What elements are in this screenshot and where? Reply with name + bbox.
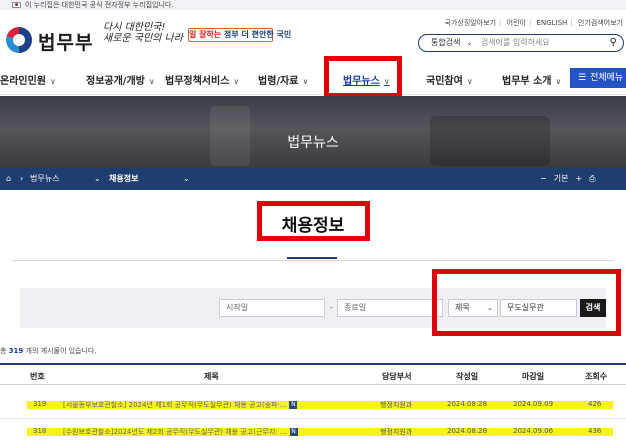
start-date-input[interactable]: 시작일 [219,299,325,317]
col-created: 작성일 [456,372,479,381]
col-number: 번호 [30,372,45,381]
row-views: 436 [588,427,602,435]
row-dept: 행정지원과 [380,428,413,436]
home-icon[interactable]: ⌂ [6,168,11,190]
chevron-down-icon: ∨ [466,77,473,86]
title-underline [287,257,337,259]
breadcrumb-level1[interactable]: 법무뉴스 [30,168,59,190]
util-link-kids[interactable]: 어린이 [507,19,526,27]
row-title-link[interactable]: [서울동부보호관찰소] 2024년 제1회 공무직(무도실무관) 채용 공고(송… [63,400,298,410]
row-created: 2024.08.28 [447,400,488,408]
row-deadline: 2024.09.09 [513,400,554,408]
ministry-emblem-icon[interactable] [6,27,32,53]
annotation-box-page-title [257,201,370,241]
row-dept: 행정지원과 [380,401,413,409]
menu-icon: ☰ [578,73,587,83]
row-deadline: 2024.09.06 [513,427,554,435]
col-dept: 담당부서 [382,372,412,381]
gnb-participation[interactable]: 국민참여 ∨ [426,72,473,87]
row-views: 426 [588,400,602,408]
chevron-down-icon: ∨ [302,77,309,86]
slogan-banner: 일 잘하는 정부 더 편안한 국민 [188,28,291,42]
chevron-down-icon[interactable]: ⌄ [183,168,190,190]
row-created: 2024.08.28 [447,427,488,435]
gnb-info-disclosure[interactable]: 정보공개/개방 ∨ [86,72,155,87]
hero-title: 법무뉴스 [287,135,339,151]
breadcrumb: ⌂ › 법무뉴스 ⌄ 채용정보 ⌄ − 기본 + ⎙ [0,168,626,190]
site-logo[interactable]: 법무부 [38,28,93,55]
taegukgi-flag-icon [12,2,21,8]
hero-banner: 법무뉴스 [0,96,626,168]
util-link-english[interactable]: ENGLISH [537,19,568,27]
chevron-right-icon: › [20,174,24,183]
new-badge-icon: N [289,401,298,409]
breadcrumb-level2[interactable]: 채용정보 [109,168,138,190]
gnb-online-civil[interactable]: 온라인민원 ∨ [0,72,56,87]
total-count: 총 319 개의 게시물이 있습니다. [0,347,97,355]
chevron-down-icon: ∨ [555,77,562,86]
gov-banner-text: 이 누리집은 대한민국 공식 전자정부 누리집입니다. [25,1,174,9]
col-views: 조회수 [585,372,608,381]
gov-banner: 이 누리집은 대한민국 공식 전자정부 누리집입니다. [0,0,626,10]
col-title: 제목 [204,372,219,381]
annotation-box-news-menu [324,56,402,98]
gnb-laws-data[interactable]: 법령/자료 ∨ [258,72,308,87]
gnb-policy-service[interactable]: 법무정책서비스 ∨ [165,72,239,87]
chevron-down-icon[interactable]: ⌄ [94,168,101,190]
row-number: 318 [33,427,47,435]
font-increase-icon[interactable]: + [575,174,582,183]
col-deadline: 마감일 [522,372,545,381]
chevron-down-icon: ∨ [148,77,155,86]
slogan-handwritten: 다시 대한민국! 새로운 국민의 나라 [103,22,183,44]
font-decrease-icon[interactable]: − [540,174,547,183]
global-nav: 온라인민원 ∨ 정보공개/개방 ∨ 법무정책서비스 ∨ 법령/자료 ∨ 법무뉴스 ∨ 국민… [0,60,626,95]
font-default-button[interactable]: 기본 [554,174,569,183]
search-scope-select[interactable]: 통합검색 [431,38,460,47]
utility-links: 국가상징알아보기 | 어린이 | ENGLISH | 인기검색어보기 [444,19,624,27]
util-link-popular-keywords[interactable]: 인기검색어보기 [578,19,623,27]
integrated-search[interactable]: 통합검색 ⌄ 검색어를 입력하세요 ⚲ [418,34,624,52]
table-row[interactable]: 318 [수원보호관찰소]2024년도 제2회 공무직(무도실무관) 채용 공고… [0,418,626,445]
table-header: 번호 제목 담당부서 작성일 마감일 조회수 [0,363,626,385]
all-menu-button[interactable]: ☰ 전체메뉴 [570,68,626,88]
row-title-link[interactable]: [수원보호관찰소]2024년도 제2회 공무직(무도실무관) 채용 공고(근무지… [63,427,298,437]
chevron-down-icon: ∨ [233,77,240,86]
search-icon[interactable]: ⚲ [610,35,617,51]
row-number: 319 [33,400,47,408]
print-icon[interactable]: ⎙ [589,174,595,183]
chevron-down-icon: ⌄ [466,39,473,47]
page-tools: − 기본 + ⎙ [540,168,603,190]
util-link-national-symbol[interactable]: 국가상징알아보기 [445,19,497,27]
date-range-dash: - [330,303,333,312]
divider [12,260,614,261]
page: 이 누리집은 대한민국 공식 전자정부 누리집입니다. 국가상징알아보기 | 어린… [0,0,626,445]
gnb-about[interactable]: 법무부 소개 ∨ [502,72,561,87]
end-date-input[interactable]: 종료일 [337,299,443,317]
chevron-down-icon: ∨ [50,77,56,86]
new-badge-icon: N [289,428,298,436]
annotation-box-search [432,269,621,336]
search-input[interactable]: 검색어를 입력하세요 [481,38,550,47]
table-row[interactable]: 319 [서울동부보호관찰소] 2024년 제1회 공무직(무도실무관) 채용 … [0,391,626,419]
